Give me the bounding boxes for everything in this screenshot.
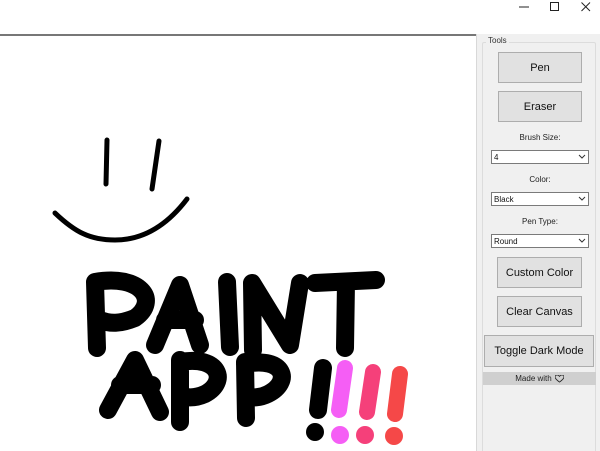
exclaim-coral-stroke xyxy=(387,366,408,422)
made-with-footer: Made with xyxy=(483,372,596,385)
chevron-down-icon xyxy=(578,196,586,201)
exclaim-rose-stroke xyxy=(359,364,381,420)
color-value: Black xyxy=(494,194,514,204)
canvas-drawing xyxy=(52,137,408,445)
letter-t-stroke xyxy=(306,271,385,357)
tools-group-title: Tools xyxy=(486,36,509,45)
made-with-label: Made with xyxy=(515,374,552,383)
maximize-button[interactable] xyxy=(539,0,571,14)
exclaim-rose-dot xyxy=(356,426,374,444)
heart-icon xyxy=(554,374,564,383)
chevron-down-icon xyxy=(578,238,586,243)
brush-size-value: 4 xyxy=(494,152,499,162)
minimize-button[interactable] xyxy=(508,0,540,14)
pen-button[interactable]: Pen xyxy=(498,52,582,83)
exclaim-coral-dot xyxy=(385,427,403,445)
letter-a2-stroke xyxy=(99,351,169,421)
exclaim-black-stroke xyxy=(309,359,332,419)
close-button[interactable] xyxy=(570,0,600,14)
exclaim-pink-dot xyxy=(331,426,349,444)
letter-p2-stroke xyxy=(171,351,227,431)
smiley-left-eye-stroke xyxy=(103,137,110,187)
color-select[interactable]: Black xyxy=(491,192,589,206)
letter-i-stroke xyxy=(218,273,239,356)
letter-p3-stroke xyxy=(236,353,291,427)
pen-type-value: Round xyxy=(494,236,518,246)
brush-size-select[interactable]: 4 xyxy=(491,150,589,164)
close-icon xyxy=(581,2,591,12)
brush-size-label: Brush Size: xyxy=(519,133,561,142)
letter-n-stroke xyxy=(243,274,309,359)
chevron-down-icon xyxy=(578,154,586,159)
maximize-icon xyxy=(550,2,559,11)
pen-type-select[interactable]: Round xyxy=(491,234,589,248)
eraser-button[interactable]: Eraser xyxy=(498,91,582,122)
smiley-right-eye-stroke xyxy=(149,138,162,192)
minimize-icon xyxy=(519,6,529,8)
color-label: Color: xyxy=(529,175,551,184)
exclaim-pink-stroke xyxy=(331,360,353,418)
letter-a-stroke xyxy=(146,276,209,354)
letter-p-stroke xyxy=(86,271,155,357)
exclaim-black-dot xyxy=(306,423,324,441)
clear-canvas-button[interactable]: Clear Canvas xyxy=(497,296,582,327)
smiley-mouth-stroke xyxy=(52,196,190,243)
title-bar xyxy=(0,0,600,34)
drawing-canvas[interactable] xyxy=(0,34,476,451)
tools-sidebar: Tools Pen Eraser Brush Size: 4 Color: Bl… xyxy=(476,34,600,451)
custom-color-button[interactable]: Custom Color xyxy=(497,257,582,288)
toggle-dark-mode-button[interactable]: Toggle Dark Mode xyxy=(484,335,594,367)
pen-type-label: Pen Type: xyxy=(522,217,558,226)
